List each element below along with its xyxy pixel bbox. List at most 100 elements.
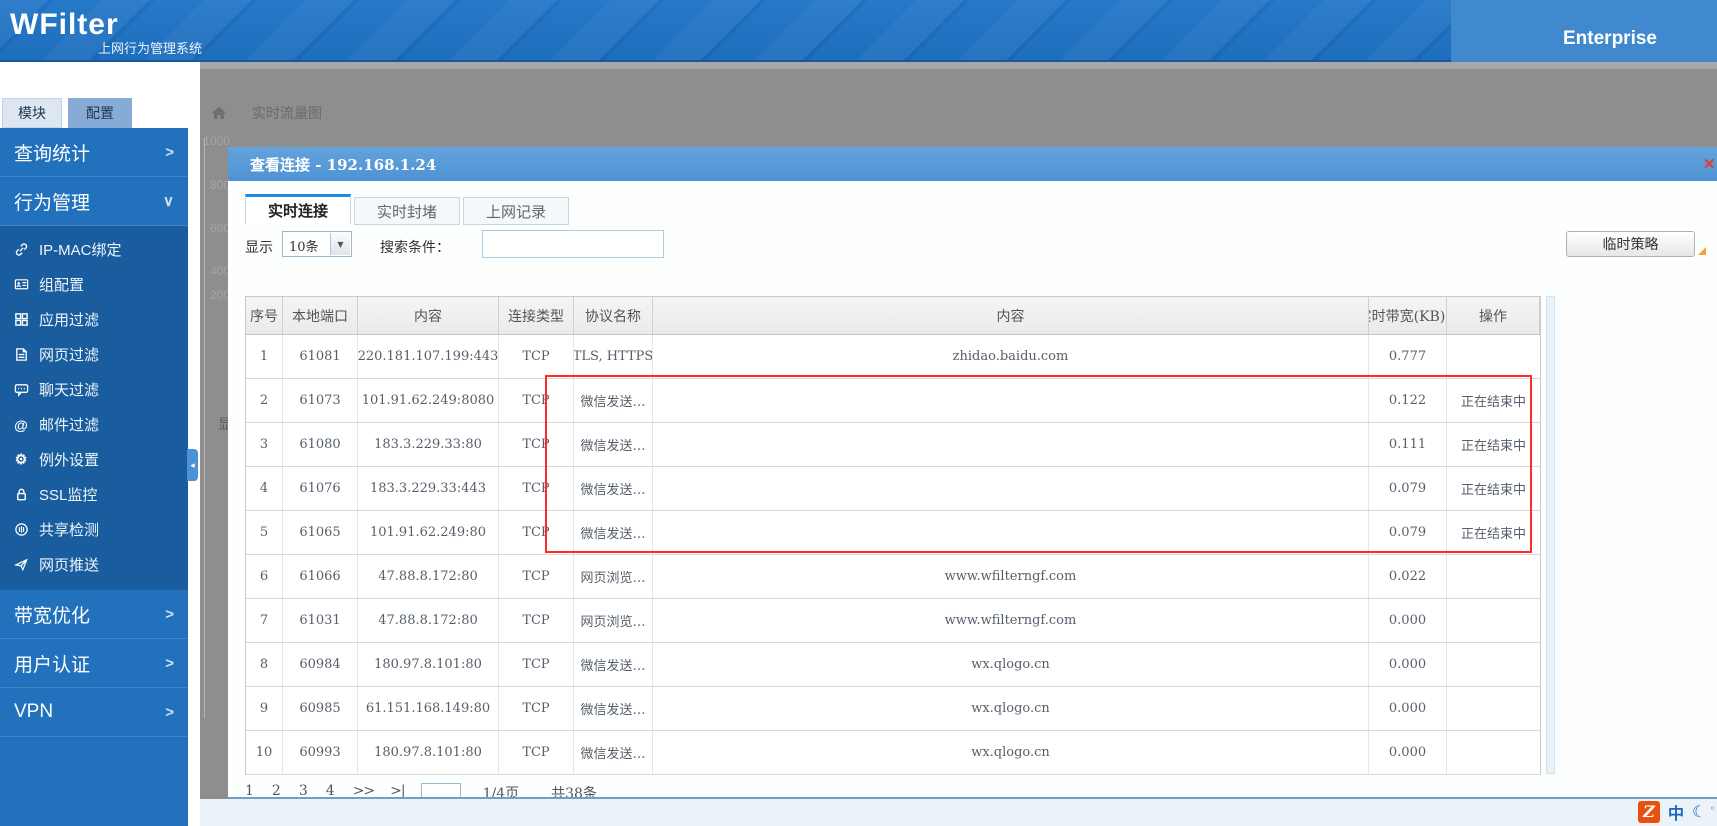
sidebar-tabbar: 模块配置 [2,98,132,128]
pagination-bar: 1234>>>|1/4页共38条 [245,783,629,799]
column-header-4: 连接类型 [499,297,574,334]
table-cell: 183.3.229.33:443 [358,467,499,510]
connections-table: 序号本地端口内容连接类型协议名称内容实时带宽(KB)↓操作161081220.1… [245,296,1541,775]
table-cell: 61080 [283,423,358,466]
ime-moon-icon[interactable]: ☾ [1692,802,1706,822]
sidebar-tab-模块[interactable]: 模块 [2,98,62,128]
table-cell: TCP [499,467,574,510]
table-cell [1447,731,1540,774]
chevron-icon: > [165,606,174,623]
table-cell: wx.qlogo.cn [653,687,1369,730]
temp-policy-button[interactable]: 临时策略 [1566,231,1695,257]
sidebar-section-带宽优化[interactable]: 带宽优化 > [0,590,188,639]
search-label: 搜索条件： [380,237,450,257]
sidebar-gutter [188,62,200,826]
chevron-down-icon[interactable]: ▼ [330,233,350,255]
sidebar-section-用户认证[interactable]: 用户认证> [0,639,188,688]
next-page-button[interactable]: >> [353,783,374,799]
sidebar-item-共享检测[interactable]: 共享检测 [0,512,188,547]
sogou-input-icon[interactable]: Z [1638,801,1660,823]
grid-icon [12,312,30,328]
table-cell: 微信发送… [574,379,653,422]
table-cell: 微信发送… [574,511,653,554]
idcard-icon [12,277,30,293]
page-size-select[interactable]: 10条 ▼ [282,231,352,257]
table-row: 361080183.3.229.33:80TCP微信发送…0.111正在结束中 [246,423,1540,467]
breadcrumb: 实时流量图 [210,103,322,123]
table-cell: 0.000 [1369,731,1447,774]
table-cell: 60993 [283,731,358,774]
table-cell: 1 [246,335,283,378]
tab-实时连接[interactable]: 实时连接 [245,194,351,225]
last-page-button[interactable]: >| [390,783,404,799]
page-button-2[interactable]: 2 [272,783,281,799]
column-header-6: 内容 [653,297,1369,334]
webpage-icon [12,347,30,363]
table-cell: 9 [246,687,283,730]
sidebar-section-label: 查询统计 [14,139,90,166]
page-button-1[interactable]: 1 [245,783,254,799]
sidebar-section-查询统计[interactable]: 查询统计> [0,128,188,177]
sidebar-item-例外设置[interactable]: ⚙例外设置 [0,442,188,477]
breadcrumb-label: 实时流量图 [252,103,322,123]
sidebar-section-VPN[interactable]: VPN> [0,688,188,737]
sidebar-item-label: 网页过滤 [39,344,99,365]
sidebar-tab-配置[interactable]: 配置 [68,98,132,128]
table-cell: 61031 [283,599,358,642]
tab-实时封堵[interactable]: 实时封堵 [354,197,460,225]
table-cell [1447,687,1540,730]
table-cell [1447,335,1540,378]
screen: WFilter 上网行为管理系统 Enterprise 模块配置 查询统计>行为… [0,0,1717,826]
table-cell: 61.151.168.149:80 [358,687,499,730]
table-cell: 3 [246,423,283,466]
table-row: 461076183.3.229.33:443TCP微信发送…0.079正在结束中 [246,467,1540,511]
sidebar-item-IP-MAC绑定[interactable]: IP-MAC绑定 [0,232,188,267]
sidebar-item-SSL监控[interactable]: SSL监控 [0,477,188,512]
sidebar-item-应用过滤[interactable]: 应用过滤 [0,302,188,337]
column-header-3: 内容 [358,297,499,334]
table-cell: TCP [499,731,574,774]
table-cell [653,423,1369,466]
app-subtitle: 上网行为管理系统 [98,38,202,57]
dialog-titlebar[interactable]: 查看连接 - 192.168.1.24 ✕ [228,147,1717,181]
table-header-row: 序号本地端口内容连接类型协议名称内容实时带宽(KB)↓操作 [246,297,1540,335]
table-cell [1447,599,1540,642]
edition-badge: Enterprise [1451,0,1717,62]
top-header-bar: WFilter 上网行为管理系统 Enterprise [0,0,1717,62]
page-button-4[interactable]: 4 [326,783,335,799]
table-row: 1060993180.97.8.101:80TCP微信发送…wx.qlogo.c… [246,731,1540,775]
view-connections-dialog: 查看连接 - 192.168.1.24 ✕ 实时连接实时封堵上网记录 显示 10… [228,147,1717,799]
sidebar-item-label: 例外设置 [39,449,99,470]
sidebar-section-行为管理[interactable]: 行为管理∨ [0,177,188,226]
table-cell: 0.777 [1369,335,1447,378]
sidebar-item-聊天过滤[interactable]: 聊天过滤 [0,372,188,407]
tab-上网记录[interactable]: 上网记录 [463,197,569,225]
table-cell: 4 [246,467,283,510]
table-cell: TCP [499,687,574,730]
sidebar-collapse-handle[interactable]: ◂ [187,449,198,481]
table-cell: 47.88.8.172:80 [358,555,499,598]
page-jump-input[interactable] [421,783,461,799]
table-cell: www.wfilterngf.com [653,599,1369,642]
search-input[interactable] [482,230,664,258]
table-cell: 47.88.8.172:80 [358,599,499,642]
table-cell: 180.97.8.101:80 [358,731,499,774]
dialog-title: 查看连接 - 192.168.1.24 [250,154,436,175]
table-cell: 61065 [283,511,358,554]
column-header-1: 序号 [246,297,283,334]
home-icon [210,105,228,121]
sidebar-nav: 查询统计>行为管理∨IP-MAC绑定组配置应用过滤网页过滤聊天过滤@邮件过滤⚙例… [0,128,188,826]
sidebar-item-网页推送[interactable]: 网页推送 [0,547,188,582]
column-header-8: 操作 [1447,297,1540,334]
sidebar-item-网页过滤[interactable]: 网页过滤 [0,337,188,372]
sidebar-item-邮件过滤[interactable]: @邮件过滤 [0,407,188,442]
sidebar-section-label: 带宽优化 [14,601,90,628]
table-scrollbar[interactable] [1546,296,1555,774]
close-icon[interactable]: ✕ [1703,155,1717,173]
ime-language-indicator[interactable]: 中 [1668,800,1684,824]
table-row: 76103147.88.8.172:80TCP网页浏览…www.wfiltern… [246,599,1540,643]
sidebar-item-组配置[interactable]: 组配置 [0,267,188,302]
sidebar-item-label: 聊天过滤 [39,379,99,400]
page-button-3[interactable]: 3 [299,783,308,799]
column-header-7[interactable]: 实时带宽(KB)↓ [1369,297,1447,334]
